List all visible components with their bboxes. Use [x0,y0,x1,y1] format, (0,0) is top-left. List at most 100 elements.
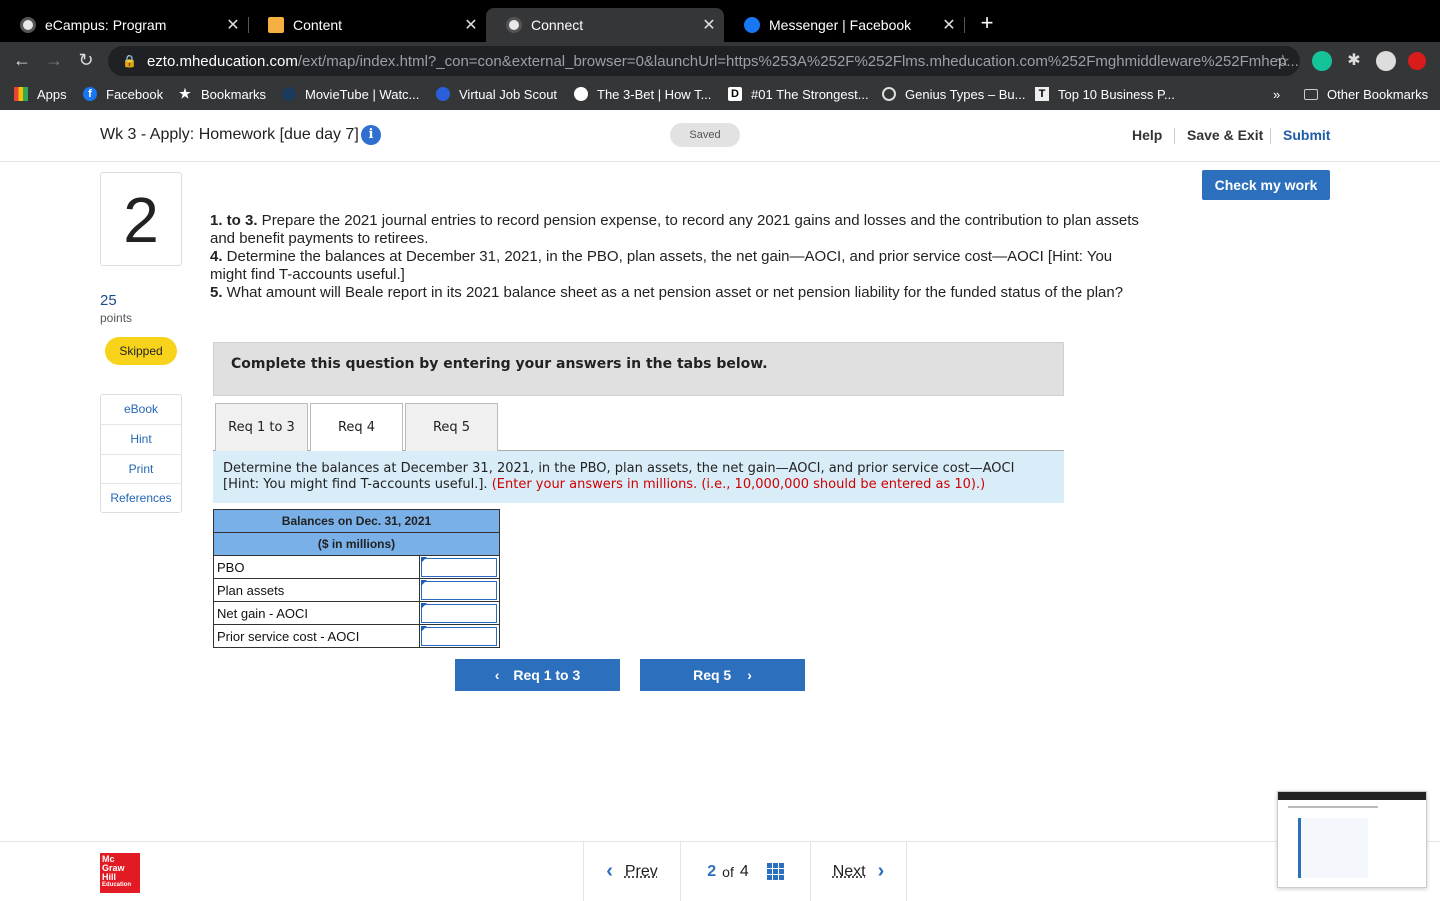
back-arrow-icon[interactable]: ← [10,48,34,72]
forward-arrow-icon[interactable]: → [42,48,66,72]
movietube-icon [282,87,296,101]
bookmark-movietube[interactable]: MovieTube | Watc... [282,85,419,103]
close-icon[interactable]: ✕ [934,15,964,35]
question-part-4: 4. Determine the balances at December 31… [210,248,1145,284]
help-link[interactable]: Help [1132,127,1162,143]
bookmark-label: Virtual Job Scout [459,86,558,102]
next-requirement-button[interactable]: Req 5 › [640,659,805,691]
bookmark-label: Facebook [106,86,164,102]
question-pager: ‹ Prev 2 of 4 Next › [583,842,907,901]
row-label-net-gain: Net gain - AOCI [213,601,420,625]
bookmarks-overflow-chevron-icon[interactable]: » [1273,85,1280,103]
points-value: 25 [100,292,117,309]
close-icon[interactable]: ✕ [694,15,724,35]
tab-req-1-to-3[interactable]: Req 1 to 3 [215,403,308,451]
chevron-right-icon: › [877,860,885,882]
tab-divider [964,17,965,33]
next-question-button[interactable]: Next › [811,842,907,901]
tab-title: eCampus: Program [45,17,167,33]
facebook-icon: f [83,87,97,101]
prompt-instruction-red: (Enter your answers in millions. (i.e., … [491,477,986,492]
row-label-pbo: PBO [213,555,420,579]
bookmark-genius-types[interactable]: Genius Types – Bu... [882,85,1025,103]
bookmark-strongest[interactable]: D #01 The Strongest... [728,85,869,103]
info-icon[interactable]: i [361,125,381,145]
bookmark-3bet[interactable]: The 3-Bet | How T... [574,85,711,103]
address-bar[interactable]: 🔒 ezto.mheducation.com/ext/map/index.htm… [108,46,1300,76]
part-text: What amount will Beale report in its 202… [222,284,1124,301]
star-icon: ★ [179,86,191,101]
update-icon[interactable] [1408,52,1426,70]
flag-icon [421,580,427,586]
bookmark-top10[interactable]: T Top 10 Business P... [1035,85,1175,103]
plan-assets-input[interactable] [421,580,497,600]
bookmark-label: Apps [37,86,67,102]
tab-req-5[interactable]: Req 5 [405,403,498,451]
bookmarks-bar: Apps f Facebook ★ Bookmarks MovieTube | … [0,79,1440,110]
bookmark-facebook[interactable]: f Facebook [83,85,163,103]
save-exit-link[interactable]: Save & Exit [1187,127,1263,143]
browser-tab-content[interactable]: Content ✕ [248,8,486,42]
bookmark-apps[interactable]: Apps [14,85,67,103]
instruction-banner: Complete this question by entering your … [213,342,1064,396]
question-position: 2 of 4 [681,842,811,901]
folder-icon [1304,88,1318,100]
browser-tab-connect[interactable]: Connect ✕ [486,8,724,42]
bookmark-bookmarks[interactable]: ★ Bookmarks [178,85,266,103]
screenshot-thumbnail[interactable] [1277,791,1427,888]
chevron-right-icon: › [747,667,752,683]
answer-cell [419,555,500,579]
header-divider [1270,128,1271,144]
row-label-prior-service-cost: Prior service cost - AOCI [213,624,420,648]
grammarly-extension-icon[interactable] [1312,51,1332,71]
ebook-link[interactable]: eBook [101,395,181,425]
browser-tab-ecampus[interactable]: eCampus: Program ✕ [0,8,248,42]
balances-table: Balances on Dec. 31, 2021 ($ in millions… [213,509,500,648]
resources-panel: eBook Hint Print References [100,394,182,513]
total-questions: 4 [739,862,749,880]
answer-cell [419,624,500,648]
bookmark-virtual-job-scout[interactable]: Virtual Job Scout [436,85,557,103]
table-row: Plan assets [213,578,500,602]
new-tab-button[interactable]: + [976,12,998,34]
question-grid-icon[interactable] [766,863,784,880]
answer-cell [419,601,500,625]
button-label: Req 1 to 3 [513,667,581,683]
prev-question-button[interactable]: ‹ Prev [584,842,681,901]
reload-icon[interactable]: ↻ [74,48,98,72]
header-divider [1174,128,1175,144]
thumbnail-chrome [1278,792,1426,800]
print-link[interactable]: Print [101,455,181,485]
submit-link[interactable]: Submit [1283,127,1330,143]
badge-icon [436,87,450,101]
references-link[interactable]: References [101,484,181,514]
extensions-puzzle-icon[interactable]: ✱ [1344,51,1364,71]
chevron-left-icon: ‹ [606,860,613,882]
bookmark-label: Genius Types – Bu... [905,86,1026,102]
flag-icon [421,557,427,563]
apps-icon [14,87,28,101]
question-number: 2 [100,172,182,266]
next-label: Next [832,862,866,880]
thumbnail-content [1298,818,1368,878]
check-my-work-button[interactable]: Check my work [1202,170,1330,200]
close-icon[interactable]: ✕ [456,15,486,35]
other-bookmarks[interactable]: Other Bookmarks [1304,85,1428,103]
bookmark-label: Bookmarks [201,86,267,102]
bookmark-star-icon[interactable]: ☆ [1276,51,1290,71]
part-text: Determine the balances at December 31, 2… [210,248,1113,283]
tab-req-4[interactable]: Req 4 [310,403,403,452]
browser-tab-messenger[interactable]: Messenger | Facebook ✕ [724,8,964,42]
pbo-input[interactable] [421,557,497,577]
net-gain-aoci-input[interactable] [421,603,497,623]
bookmark-label: The 3-Bet | How T... [597,86,712,102]
chevron-left-icon: ‹ [494,667,500,683]
profile-avatar[interactable] [1376,51,1396,71]
hint-link[interactable]: Hint [101,425,181,455]
prev-requirement-button[interactable]: ‹ Req 1 to 3 [455,659,620,691]
prior-service-cost-aoci-input[interactable] [421,626,497,646]
requirement-tabs: Req 1 to 3 Req 4 Req 5 [213,403,1064,452]
tab-title: Content [293,17,343,33]
close-icon[interactable]: ✕ [218,15,248,35]
question-part-5: 5. What amount will Beale report in its … [210,284,1145,302]
